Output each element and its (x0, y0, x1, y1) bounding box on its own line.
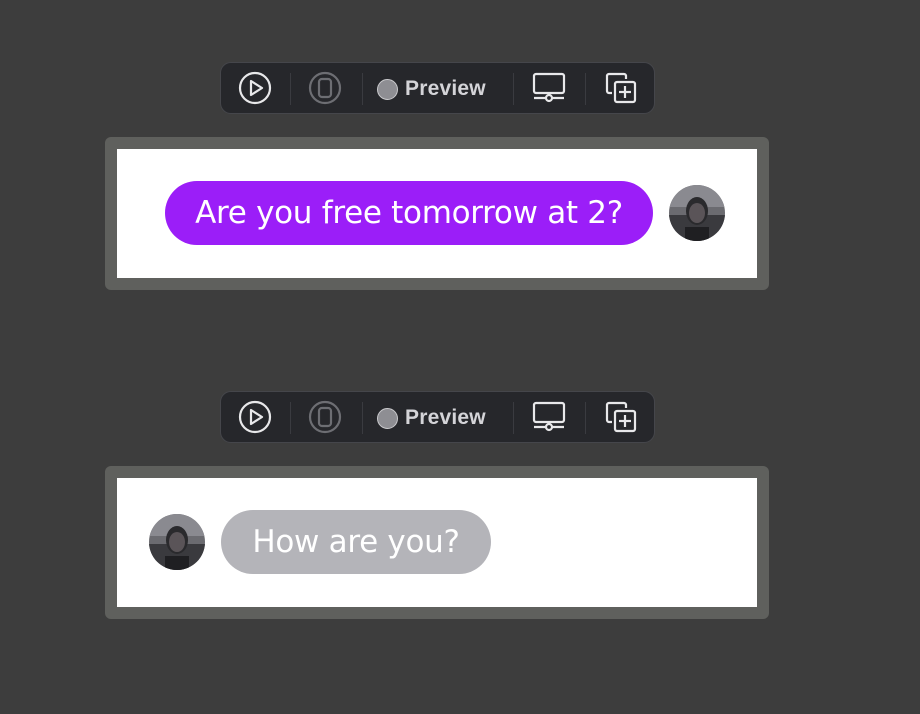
device-settings-icon (531, 71, 567, 105)
live-preview-button[interactable] (235, 399, 275, 435)
live-preview-button[interactable] (235, 70, 275, 106)
toolbar-separator (362, 73, 363, 105)
duplicate-preview-button[interactable] (601, 399, 641, 435)
duplicate-preview-button[interactable] (601, 70, 641, 106)
preview-canvas: Are you free tomorrow at 2? (117, 149, 757, 278)
preview-toggle[interactable]: Preview (377, 75, 486, 103)
avatar (669, 185, 725, 241)
selectable-preview-button[interactable] (305, 399, 345, 435)
preview-status-indicator (377, 78, 398, 100)
avatar (149, 514, 205, 570)
preview-toolbar-1: Preview (220, 62, 655, 114)
toolbar-separator (290, 73, 291, 105)
preview-toggle[interactable]: Preview (377, 404, 486, 432)
play-circle-icon (238, 400, 272, 434)
device-settings-icon (531, 400, 567, 434)
preview-toolbar-2: Preview (220, 391, 655, 443)
preview-frame-1: Are you free tomorrow at 2? (105, 137, 769, 290)
received-message-bubble: How are you? (221, 510, 491, 574)
toolbar-separator (513, 402, 514, 434)
device-select-icon (308, 71, 342, 105)
toolbar-separator (585, 73, 586, 105)
preview-status-indicator (377, 407, 398, 429)
device-settings-button[interactable] (529, 399, 569, 435)
device-settings-button[interactable] (529, 70, 569, 106)
toolbar-separator (362, 402, 363, 434)
play-circle-icon (238, 71, 272, 105)
duplicate-preview-icon (604, 71, 638, 105)
device-select-icon (308, 400, 342, 434)
preview-canvas: How are you? (117, 478, 757, 607)
toolbar-separator (585, 402, 586, 434)
preview-label: Preview (405, 77, 486, 100)
preview-frame-2: How are you? (105, 466, 769, 619)
duplicate-preview-icon (604, 400, 638, 434)
sent-message-bubble: Are you free tomorrow at 2? (165, 181, 653, 245)
toolbar-separator (513, 73, 514, 105)
selectable-preview-button[interactable] (305, 70, 345, 106)
preview-label: Preview (405, 406, 486, 429)
toolbar-separator (290, 402, 291, 434)
